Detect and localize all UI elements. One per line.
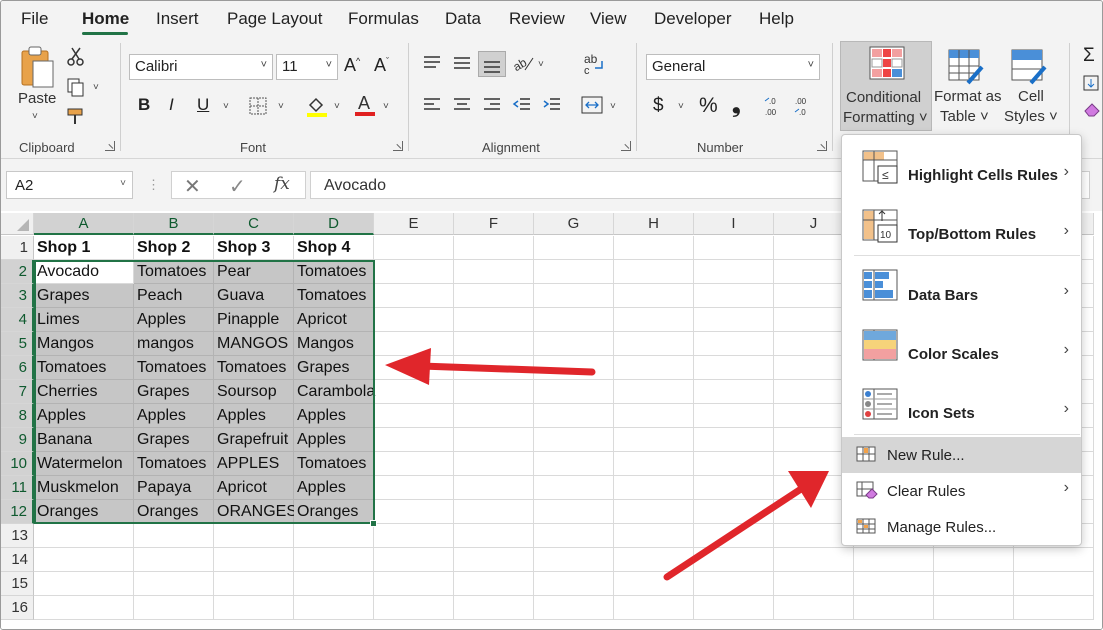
annotation-arrows — [385, 348, 829, 581]
excel-window: File Home Insert Page Layout Formulas Da… — [0, 0, 1103, 630]
annotation-arrow-left — [385, 348, 596, 385]
annotation-arrow-up — [663, 471, 829, 581]
